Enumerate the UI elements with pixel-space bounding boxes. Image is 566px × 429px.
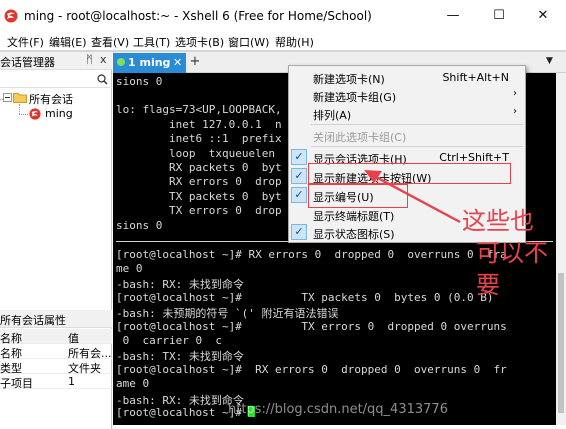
tree-connector — [19, 104, 20, 114]
session-manager-header: 会话管理器 ᛗ x — [0, 52, 112, 70]
maximize-button[interactable]: ☐ — [476, 0, 522, 32]
terminal-line: -bash: TX: 未找到命令 — [116, 350, 244, 363]
terminal-line: [root@localhost ~]# RX errors 0 dropped … — [116, 363, 507, 376]
panel-close-icon[interactable]: x — [100, 53, 107, 66]
annotation-text: 这些也 — [462, 207, 534, 235]
terminal-line: loop txqueuelen — [116, 147, 275, 160]
menu-item-label: 显示状态图标(S) — [313, 228, 395, 241]
annotation-arrow-icon — [364, 170, 461, 224]
xshell-app-icon — [4, 9, 18, 23]
menu-tools[interactable]: 工具(T) — [133, 34, 170, 50]
scrollbar-thumb[interactable] — [558, 273, 564, 413]
menu-item-label: 关闭此选项卡组(C) — [313, 131, 407, 144]
terminal-line: ame 0 — [116, 377, 150, 390]
terminal-line: RX packets 0 byt — [116, 161, 282, 174]
terminal-line: TX packets 0 byt — [116, 190, 282, 203]
terminal-line: inet 127.0.0.1 n — [116, 118, 282, 131]
terminal-line: -bash: RX: 未找到命令 — [116, 278, 244, 291]
prop-value: 1 — [68, 375, 75, 388]
properties-title: 所有会话属性 — [0, 314, 66, 327]
terminal-line: inet6 ::1 prefix — [116, 132, 282, 145]
new-tab-button[interactable]: + — [188, 54, 202, 70]
tab-ming[interactable]: 1 ming ✕ — [113, 53, 186, 73]
terminal-line: me 0 — [116, 262, 143, 275]
title-bar: ming - root@localhost:~ - Xshell 6 (Free… — [0, 0, 566, 32]
menu-item-label: 新建选项卡组(G) — [313, 91, 397, 104]
submenu-arrow-icon: › — [513, 88, 517, 99]
terminal-line: TX errors 0 drop — [116, 204, 282, 217]
menu-divider — [311, 146, 523, 147]
terminal-line: [root@localhost ~]# TX errors 0 dropped … — [116, 320, 507, 333]
table-row: 子项目 1 — [0, 374, 112, 390]
connected-status-icon — [117, 58, 125, 66]
menu-item-arrange[interactable]: 排列(A) › — [289, 104, 525, 122]
terminal-line: [root@localhost ~]# RX errors 0 dropped … — [116, 248, 507, 261]
menu-file[interactable]: 文件(F) — [7, 34, 44, 50]
table-header-row: 名称 值 — [0, 329, 112, 345]
collapse-icon[interactable] — [3, 93, 12, 102]
tree-connector — [19, 114, 28, 115]
terminal-line: sions 0 — [116, 219, 163, 232]
check-icon: ✓ — [291, 149, 307, 165]
tab-menu-arrow-icon[interactable]: ▼ — [546, 56, 553, 66]
terminal-line: -bash: 未预期的符号 `(' 附近有语法错误 — [116, 307, 339, 320]
terminal-line: [root@localhost ~]# TX packets 0 bytes 0… — [116, 291, 494, 304]
menu-window[interactable]: 窗口(W) — [228, 34, 269, 50]
tree-item-all-sessions[interactable]: 所有会话 — [29, 91, 73, 107]
menu-divider — [311, 124, 523, 125]
pin-icon[interactable]: ᛗ — [86, 53, 93, 66]
session-search[interactable] — [0, 71, 112, 88]
tree-item-ming[interactable]: ming — [45, 107, 73, 120]
terminal-line: sions 0 — [116, 75, 163, 88]
window-title: ming - root@localhost:~ - Xshell 6 (Free… — [24, 9, 372, 23]
close-button[interactable]: ✕ — [520, 0, 566, 32]
terminal-scrollbar[interactable] — [556, 73, 566, 425]
tab-label: 1 ming — [128, 56, 171, 69]
menu-item-label: 排列(A) — [313, 109, 352, 122]
terminal-line: RX errors 0 drop — [116, 175, 282, 188]
prop-key: 子项目 — [0, 377, 33, 390]
tab-close-icon[interactable]: ✕ — [173, 56, 182, 69]
menu-item-new-tab[interactable]: 新建选项卡(N) Shift+Alt+N — [289, 68, 525, 86]
check-icon: ✓ — [291, 187, 307, 203]
session-manager-title: 会话管理器 — [0, 56, 55, 69]
terminal-line: 0 carrier 0 c — [116, 334, 222, 347]
terminal-line: lo: flags=73<UP,LOOPBACK, — [116, 103, 282, 116]
watermark: https://blog.csdn.net/qq_4313776 — [228, 402, 448, 417]
table-row: 类型 文件夹 — [0, 359, 112, 375]
annotation-text: 可以不 — [476, 239, 548, 267]
menu-item-close-tab-group: 关闭此选项卡组(C) — [289, 126, 525, 144]
submenu-arrow-icon: › — [513, 106, 517, 117]
menu-item-shortcut: Shift+Alt+N — [442, 71, 509, 84]
table-row: 名称 所有会... — [0, 344, 112, 360]
menu-bar: 文件(F) 编辑(E) 查看(V) 工具(T) 选项卡(B) 窗口(W) 帮助(… — [0, 32, 566, 50]
menu-item-label: 新建选项卡(N) — [313, 73, 385, 86]
menu-item-new-tab-group[interactable]: 新建选项卡组(G) › — [289, 86, 525, 104]
search-icon[interactable] — [97, 74, 108, 85]
menu-tab[interactable]: 选项卡(B) — [175, 34, 224, 50]
session-manager-panel: 会话管理器 ᛗ x 所有会话 ming 所有会话属性 名称 值 名称 所有会..… — [0, 52, 112, 429]
menu-edit[interactable]: 编辑(E) — [49, 34, 87, 50]
menu-help[interactable]: 帮助(H) — [275, 34, 314, 50]
folder-icon — [13, 93, 27, 103]
session-icon — [29, 108, 41, 120]
minimize-button[interactable]: — — [430, 0, 476, 32]
check-icon: ✓ — [291, 168, 307, 184]
annotation-text: 要 — [476, 271, 500, 299]
check-icon: ✓ — [291, 224, 307, 240]
properties-header: 所有会话属性 — [0, 310, 112, 328]
menu-view[interactable]: 查看(V) — [91, 34, 129, 50]
